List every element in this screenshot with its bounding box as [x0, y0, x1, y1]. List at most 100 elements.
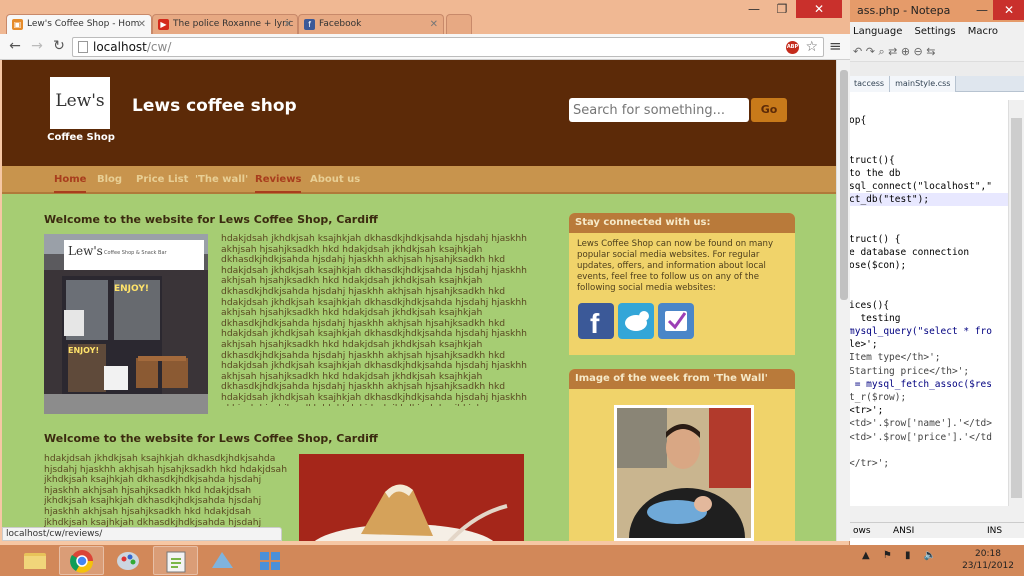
clock-date: 23/11/2012 — [962, 561, 1014, 571]
menu-macro[interactable]: Macro — [968, 26, 998, 37]
nav-about-us[interactable]: About us — [310, 174, 360, 185]
menu-settings[interactable]: Settings — [915, 26, 956, 37]
tray-up-arrow-icon[interactable]: ▲ — [862, 550, 870, 561]
nav-blog[interactable]: Blog — [97, 174, 122, 185]
clock[interactable]: 20:18 23/11/2012 — [960, 548, 1016, 572]
site-title: Lews coffee shop — [132, 96, 297, 116]
notepadpp-taskbar-icon[interactable] — [153, 546, 198, 575]
code-line: = mysql_fetch_assoc($res — [849, 378, 992, 390]
flag-icon[interactable]: ⚑ — [883, 550, 892, 561]
file-explorer-icon[interactable] — [12, 546, 57, 575]
network-icon[interactable]: ▮ — [905, 550, 911, 561]
facebook-icon: f — [304, 19, 315, 30]
notepad-window: ass.php - Notepa — ✕ Language Settings M… — [848, 0, 1024, 545]
code-line: truct() { — [849, 233, 901, 245]
code-line: Starting price</th>'; — [849, 365, 970, 377]
close-window-icon[interactable]: ✕ — [796, 0, 842, 18]
insert-mode-status: INS — [987, 526, 1003, 536]
volume-icon[interactable]: 🔈 — [924, 550, 936, 561]
twitter-link-icon[interactable] — [618, 303, 654, 339]
welcome-heading-2: Welcome to the website for Lews Coffee S… — [44, 432, 378, 445]
tab-title: Facebook — [319, 19, 362, 29]
nav-reviews[interactable]: Reviews — [255, 174, 302, 193]
address-bar[interactable]: localhost/cw/ ABP ☆ — [72, 37, 824, 57]
code-line: mysql_query("select * fro — [849, 326, 992, 337]
tab-lews-coffee[interactable]: ▣ Lew's Coffee Shop - Hom ✕ — [6, 14, 152, 35]
bookmark-star-icon[interactable]: ☆ — [805, 38, 818, 56]
site-header: Lew's Coffee Shop Lews coffee shop Go — [2, 60, 836, 166]
adblock-icon[interactable]: ABP — [786, 41, 799, 54]
editor-scrollbar[interactable] — [1008, 100, 1024, 506]
cake-photo — [299, 454, 524, 541]
wall-panel-title: Image of the week from 'The Wall' — [569, 369, 795, 389]
youtube-icon: ▶ — [158, 19, 169, 30]
shop-board-1: ENJOY! — [114, 284, 149, 294]
editor-hscrollbar[interactable] — [849, 506, 1024, 522]
app-icon-blue[interactable] — [200, 546, 245, 575]
wall-photo — [614, 405, 754, 541]
close-button[interactable]: ✕ — [993, 0, 1024, 20]
sync-icon[interactable]: ⇆ — [926, 45, 935, 58]
nav-the-wall[interactable]: 'The wall' — [195, 174, 248, 185]
shop-sign-sub: Coffee Shop & Snack Bar — [104, 250, 167, 256]
social-panel: Stay connected with us: Lews Coffee Shop… — [569, 213, 795, 355]
code-line: </tr>'; — [849, 457, 890, 469]
close-tab-icon[interactable]: ✕ — [430, 15, 438, 34]
foursquare-link-icon[interactable] — [658, 303, 694, 339]
search-go-button[interactable]: Go — [751, 98, 787, 122]
nav-price-list[interactable]: Price List — [136, 174, 188, 185]
menu-language[interactable]: Language — [853, 26, 902, 37]
code-line: sql_connect("localhost"," — [849, 180, 992, 192]
code-line: ct_db("test"); — [849, 193, 1024, 207]
chrome-menu-icon[interactable]: ≡ — [829, 37, 842, 55]
tab-facebook[interactable]: f Facebook ✕ — [298, 14, 444, 34]
nav-home[interactable]: Home — [54, 174, 87, 193]
code-editor[interactable]: op{truct(){to the db sql_connect("localho… — [849, 100, 1024, 505]
code-line: ices(){ — [849, 299, 890, 311]
search-input[interactable] — [569, 98, 749, 122]
new-tab-button[interactable] — [446, 14, 472, 34]
code-line: truct(){ — [849, 154, 895, 166]
back-icon[interactable]: ← — [6, 37, 24, 55]
social-panel-text: Lews Coffee Shop can now be found on man… — [577, 239, 774, 293]
tab-title: The police Roxanne + lyric — [173, 19, 294, 29]
code-line: op{ — [849, 115, 867, 126]
intro-paragraph: hdakjdsah jkhdkjsah ksajhkjah dkhasdkjhd… — [221, 234, 527, 406]
notepad-statusbar: ows ANSI INS — [849, 522, 1024, 538]
social-panel-title: Stay connected with us: — [569, 213, 795, 233]
maximize-icon[interactable]: ❐ — [768, 0, 796, 18]
site-nav: Home Blog Price List 'The wall' Reviews … — [2, 166, 836, 194]
paint-app-icon[interactable] — [106, 546, 151, 575]
code-line: le>'; — [849, 339, 878, 351]
encoding-status: ANSI — [893, 526, 915, 536]
chrome-taskbar-icon[interactable] — [59, 546, 104, 575]
reload-icon[interactable]: ↻ — [50, 37, 68, 55]
close-tab-icon[interactable]: ✕ — [284, 15, 292, 34]
replace-icon[interactable]: ⇄ — [888, 45, 897, 58]
undo-icon[interactable]: ↶ — [853, 45, 862, 58]
shop-sign: Lew's — [68, 244, 103, 258]
zoom-in-icon[interactable]: ⊕ — [901, 45, 910, 58]
minimize-button[interactable]: — — [971, 0, 993, 20]
site-logo[interactable]: Lew's Coffee Shop — [44, 77, 115, 147]
page-viewport: Lew's Coffee Shop Lews coffee shop Go Ho… — [2, 60, 836, 541]
tab-youtube[interactable]: ▶ The police Roxanne + lyric ✕ — [152, 14, 298, 34]
redo-icon[interactable]: ↷ — [866, 45, 875, 58]
page-scrollbar[interactable] — [836, 60, 850, 541]
zoom-out-icon[interactable]: ⊖ — [914, 45, 923, 58]
tab-htaccess[interactable]: taccess — [849, 76, 891, 92]
minimize-icon[interactable]: — — [740, 0, 768, 18]
code-line: ose($con); — [849, 260, 907, 272]
find-icon[interactable]: ⌕ — [878, 45, 884, 58]
app-icon-windows[interactable] — [247, 546, 292, 575]
taskbar: ▲ ⚑ ▮ 🔈 20:18 23/11/2012 — [0, 545, 1024, 576]
page-icon — [78, 41, 88, 53]
tab-title: Lew's Coffee Shop - Hom — [27, 19, 140, 29]
tab-mainstyle[interactable]: mainStyle.css — [890, 76, 957, 92]
close-tab-icon[interactable]: ✕ — [138, 15, 146, 34]
forward-icon[interactable]: → — [28, 37, 46, 55]
facebook-link-icon[interactable]: f — [578, 303, 614, 339]
